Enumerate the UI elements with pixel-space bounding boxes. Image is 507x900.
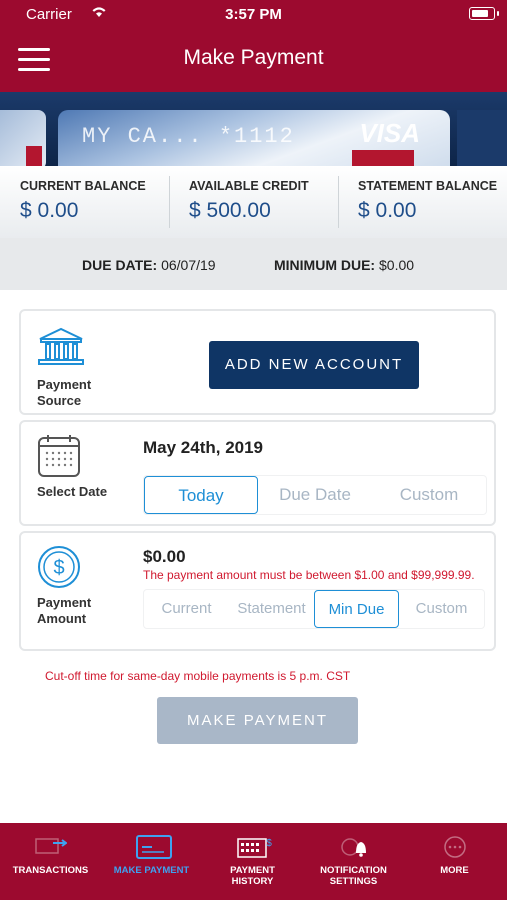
select-date-label: Select Date xyxy=(37,484,108,499)
due-date-label: DUE DATE: xyxy=(82,257,158,273)
cutoff-notice: Cut-off time for same-day mobile payment… xyxy=(45,669,351,683)
amount-error-message: The payment amount must be between $1.00… xyxy=(143,568,475,582)
tab-notification-settings[interactable]: NOTIFICATION SETTINGS xyxy=(303,823,404,900)
svg-text:$: $ xyxy=(266,838,272,849)
page-title: Make Payment xyxy=(183,46,324,69)
card-carousel[interactable]: MY CA... *1112 VISA xyxy=(0,92,507,168)
date-option-due-date[interactable]: Due Date xyxy=(258,476,372,514)
balance-summary: CURRENT BALANCE $ 0.00 AVAILABLE CREDIT … xyxy=(0,166,507,238)
battery-icon xyxy=(469,7,499,20)
payment-source-label-line1: Payment xyxy=(37,377,92,392)
date-selector: Today Due Date Custom xyxy=(143,475,487,515)
due-info: DUE DATE: 06/07/19 MINIMUM DUE: $0.00 xyxy=(0,238,507,290)
payment-source-panel: Payment Source ADD NEW ACCOUNT xyxy=(19,309,496,415)
date-option-custom[interactable]: Custom xyxy=(372,476,486,514)
bell-icon xyxy=(338,835,370,859)
selected-date: May 24th, 2019 xyxy=(143,438,264,457)
amount-selector: Current Statement Min Due Custom xyxy=(143,589,485,629)
card-brand: VISA xyxy=(359,118,420,148)
battery-level xyxy=(472,10,489,17)
previous-card[interactable] xyxy=(0,110,46,168)
tab-payment-history-label: PAYMENT HISTORY xyxy=(202,865,303,887)
available-credit-value: $ 500.00 xyxy=(189,199,271,222)
payment-amount-value: $0.00 xyxy=(143,547,186,566)
payment-amount-label-line2: Amount xyxy=(37,611,87,626)
amount-option-statement[interactable]: Statement xyxy=(229,590,314,628)
due-date: DUE DATE: 06/07/19 xyxy=(82,257,216,273)
selected-card[interactable]: MY CA... *1112 VISA xyxy=(58,110,450,168)
tab-transactions[interactable]: TRANSACTIONS xyxy=(0,823,101,900)
tab-transactions-label: TRANSACTIONS xyxy=(12,865,89,876)
add-new-account-button[interactable]: ADD NEW ACCOUNT xyxy=(209,341,419,389)
clock: 3:57 PM xyxy=(225,6,282,23)
tab-more[interactable]: MORE xyxy=(404,823,505,900)
dollar-icon: $ xyxy=(37,545,81,594)
svg-text:$: $ xyxy=(53,557,64,579)
make-payment-button[interactable]: MAKE PAYMENT xyxy=(157,697,358,744)
payment-amount-panel: $ Payment Amount $0.00 The payment amoun… xyxy=(19,531,496,651)
select-date-panel: Select Date May 24th, 2019 Today Due Dat… xyxy=(19,420,496,526)
statement-balance-value: $ 0.00 xyxy=(358,199,417,222)
minimum-due-label: MINIMUM DUE: xyxy=(274,257,376,273)
tab-notification-settings-label-line1: NOTIFICATION xyxy=(320,865,387,876)
minimum-due-value: $0.00 xyxy=(379,257,415,273)
payment-source-label: Payment Source xyxy=(37,377,91,409)
history-icon: $ xyxy=(237,835,272,859)
card-number: MY CA... *1112 xyxy=(82,124,295,149)
amount-option-min-due[interactable]: Min Due xyxy=(314,590,399,628)
amount-option-custom[interactable]: Custom xyxy=(399,590,484,628)
app-header: Carrier 3:57 PM Make Payment xyxy=(0,0,507,92)
more-icon xyxy=(439,835,471,859)
payment-source-label-line2: Source xyxy=(37,393,82,408)
payment-amount-label-line1: Payment xyxy=(37,595,92,610)
payment-amount-label: Payment Amount xyxy=(37,595,91,627)
tab-payment-history[interactable]: $ PAYMENT HISTORY xyxy=(202,823,303,900)
tab-make-payment[interactable]: MAKE PAYMENT xyxy=(101,823,202,900)
calendar-icon xyxy=(37,434,81,483)
tab-payment-history-label-line1: PAYMENT xyxy=(230,865,275,876)
status-bar: Carrier 3:57 PM xyxy=(0,0,507,28)
next-card[interactable] xyxy=(457,110,507,168)
transfer-icon xyxy=(35,835,68,859)
card-icon xyxy=(136,835,172,859)
available-credit-label: AVAILABLE CREDIT xyxy=(189,179,309,193)
statement-balance-label: STATEMENT BALANCE xyxy=(358,179,498,193)
tab-more-label: MORE xyxy=(440,865,469,876)
due-date-value: 06/07/19 xyxy=(161,257,216,273)
minimum-due: MINIMUM DUE: $0.00 xyxy=(274,257,414,273)
tab-notification-settings-label-line2: SETTINGS xyxy=(329,876,378,887)
available-credit: AVAILABLE CREDIT $ 500.00 xyxy=(169,166,338,238)
current-balance-value: $ 0.00 xyxy=(20,199,79,222)
tab-make-payment-label: MAKE PAYMENT xyxy=(113,865,190,876)
amount-option-current[interactable]: Current xyxy=(144,590,229,628)
statement-balance: STATEMENT BALANCE $ 0.00 xyxy=(338,166,507,238)
current-balance: CURRENT BALANCE $ 0.00 xyxy=(0,166,169,238)
tab-payment-history-label-line2: HISTORY xyxy=(231,876,274,887)
tab-notification-settings-label: NOTIFICATION SETTINGS xyxy=(303,865,404,887)
date-option-today[interactable]: Today xyxy=(144,476,258,514)
current-balance-label: CURRENT BALANCE xyxy=(20,179,146,193)
bank-icon xyxy=(37,327,85,372)
tab-bar: TRANSACTIONS MAKE PAYMENT $ PAYMENT HISTO… xyxy=(0,823,507,900)
